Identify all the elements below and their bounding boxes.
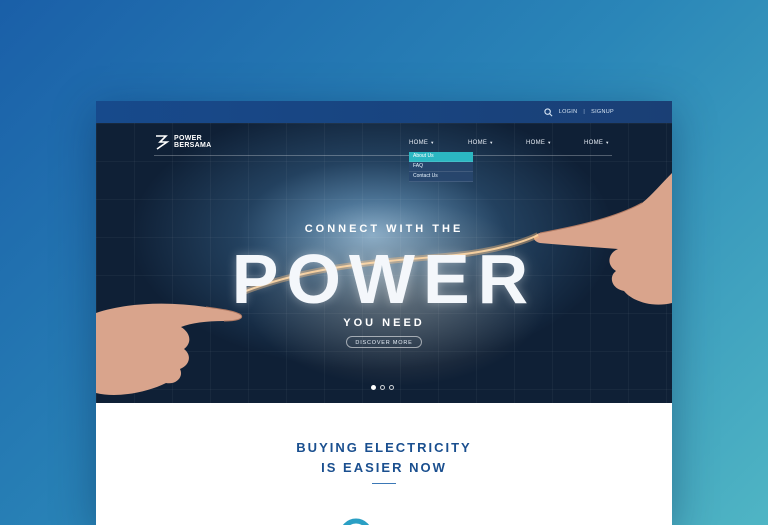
logo-mark-icon (156, 135, 170, 150)
hero-headline: POWER (231, 240, 537, 318)
search-icon[interactable] (544, 107, 553, 117)
website-mockup: LOGIN | SIGNUP POWER BERSAMA HOME ▼ HOME… (96, 101, 672, 525)
dropdown-item-contact-us[interactable]: Contact Us (409, 172, 473, 182)
dropdown-item-faq[interactable]: FAQ (409, 162, 473, 172)
caret-down-icon: ▼ (430, 140, 435, 145)
discover-more-button[interactable]: DISCOVER MORE (346, 336, 422, 348)
nav-item-label: HOME (584, 140, 604, 146)
nav-item-home-2[interactable]: HOME ▼ (468, 140, 493, 146)
nav-item-label: HOME (409, 140, 429, 146)
brand-name-line1: POWER (174, 134, 202, 142)
nav-divider (154, 155, 612, 156)
hero-tagline-bottom: YOU NEED (343, 317, 425, 329)
nav-item-label: HOME (468, 140, 488, 146)
carousel-dots (371, 385, 394, 390)
separator: | (583, 109, 586, 115)
carousel-dot[interactable] (380, 385, 385, 390)
caret-down-icon: ▼ (547, 140, 552, 145)
brand-name-line2: BERSAMA (174, 142, 212, 149)
section-title-underline (372, 483, 396, 484)
section-title-line1: BUYING ELECTRICITY (296, 440, 472, 455)
nav-item-home-1[interactable]: HOME ▼ (409, 140, 434, 146)
top-utility-bar: LOGIN | SIGNUP (96, 101, 672, 123)
carousel-dot[interactable] (389, 385, 394, 390)
nav-item-home-3[interactable]: HOME ▼ (526, 140, 551, 146)
caret-down-icon: ▼ (605, 140, 610, 145)
section-title-line2: IS EASIER NOW (321, 460, 447, 475)
signup-link[interactable]: SIGNUP (591, 109, 614, 115)
caret-down-icon: ▼ (489, 140, 494, 145)
nav-dropdown-menu: About Us FAQ Contact Us (409, 152, 473, 182)
login-link[interactable]: LOGIN (559, 109, 578, 115)
product-image (342, 518, 370, 525)
brand-logo[interactable]: POWER BERSAMA (154, 134, 212, 150)
carousel-dot[interactable] (371, 385, 376, 390)
hero-banner: POWER BERSAMA HOME ▼ HOME ▼ HOME ▼ HOME ▼ Ab… (96, 123, 672, 403)
nav-item-label: HOME (526, 140, 546, 146)
hero-tagline-top: CONNECT WITH THE (304, 223, 464, 235)
nav-item-home-4[interactable]: HOME ▼ (584, 140, 609, 146)
dropdown-item-about-us[interactable]: About Us (409, 152, 473, 162)
